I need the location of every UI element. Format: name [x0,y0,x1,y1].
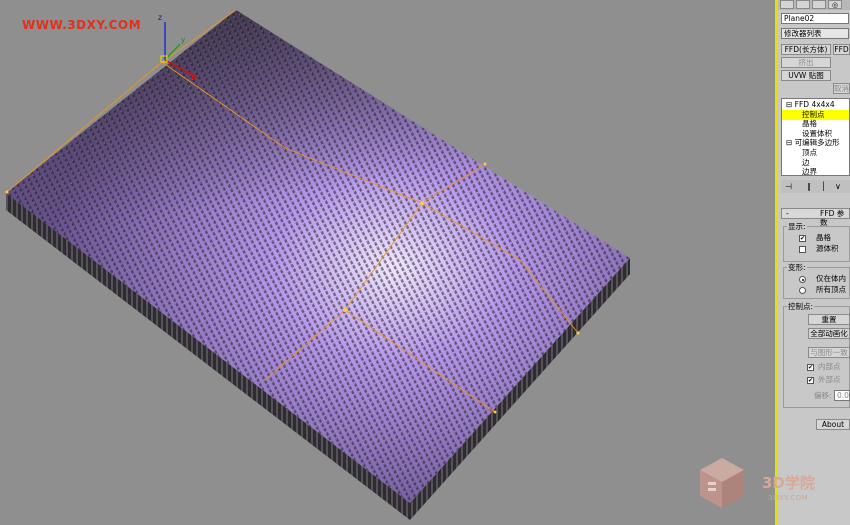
lattice-label: 晶格 [816,233,831,242]
ffd-select-button[interactable]: FFD [833,44,850,55]
outside-points-checkbox[interactable]: ✔ [807,377,814,384]
uvw-map-button[interactable]: UVW 贴图 [781,70,831,81]
conform-to-shape-button[interactable]: 与图形一致 [808,347,850,358]
pin-surface-texture [6,10,630,503]
pin-stack-icon[interactable]: ⊣ [785,182,792,191]
deform-title: 变形: [787,263,807,272]
stack-item[interactable]: 边 [782,158,849,168]
source-volume-label: 源体积 [816,244,839,253]
stack-item[interactable]: ⊟ 可编辑多边形 [782,138,849,148]
reset-button[interactable]: 重置 [808,314,850,325]
modify-panel: ◎ Plane02 修改器列表 FFD(长方体) FFD 挤出 UVW 贴图 取… [778,0,850,525]
only-in-volume-radio[interactable] [799,276,806,283]
svg-text:y: y [181,36,185,44]
stack-tools: ⊣ ∥ │ ∨ [781,180,850,193]
deform-group: 变形: [783,263,850,299]
ffd-box-button[interactable]: FFD(长方体) [781,44,831,55]
extrude-button[interactable]: 挤出 [781,57,831,68]
tab-create[interactable] [780,0,794,9]
tab-hierarchy[interactable] [812,0,826,9]
control-points-title: 控制点: [787,302,815,311]
svg-text:z: z [158,13,162,22]
modifier-stack[interactable]: ⊟ FFD 4x4x4 控制点 晶格 设置体积 ⊟ 可编辑多边形 顶点边边界 [781,98,850,176]
logo-subtext: 3DXY.COM [768,494,809,502]
display-title: 显示: [787,222,807,231]
watermark-text: WWW.3DXY.COM [22,18,142,32]
inside-points-label: 内部点 [818,362,841,371]
stack-item[interactable]: 晶格 [782,119,849,129]
all-vertices-radio[interactable] [799,287,806,294]
offset-field[interactable]: 0.05 [834,390,850,401]
all-vertices-label: 所有顶点 [816,285,846,294]
show-end-icon[interactable]: ∥ [807,182,811,191]
extra-button[interactable]: 取消 [833,83,850,94]
viewport-scene: z y [5,9,630,520]
source-volume-checkbox[interactable] [799,246,806,253]
rollout-title: FFD 参数 [820,209,845,227]
stack-item[interactable]: 顶点 [782,148,849,158]
viewport-perspective[interactable]: z y WWW.3DXY.COM [0,0,778,525]
modifier-list-dropdown[interactable]: 修改器列表 [781,28,849,39]
outside-points-label: 外部点 [818,375,841,384]
object-name-field[interactable]: Plane02 [781,13,849,24]
remove-modifier-icon[interactable]: ∨ [835,182,841,191]
offset-label: 偏移: [814,391,832,400]
animate-all-button[interactable]: 全部动画化 [808,328,850,339]
command-panel-tabs: ◎ [778,0,850,10]
tab-motion[interactable]: ◎ [828,0,842,9]
about-button[interactable]: About [816,419,850,430]
inside-points-checkbox[interactable]: ✔ [807,364,814,371]
logo-text: 3D学院 [762,474,815,492]
only-in-volume-label: 仅在体内 [816,274,846,283]
tab-modify[interactable] [796,0,810,9]
ffd-params-rollout[interactable]: - FFD 参数 [781,208,850,227]
make-unique-icon[interactable]: │ [821,182,826,191]
stack-item[interactable]: ⊟ FFD 4x4x4 [782,100,849,110]
lattice-checkbox[interactable]: ✔ [799,235,806,242]
stack-item[interactable]: 边界 [782,167,849,175]
